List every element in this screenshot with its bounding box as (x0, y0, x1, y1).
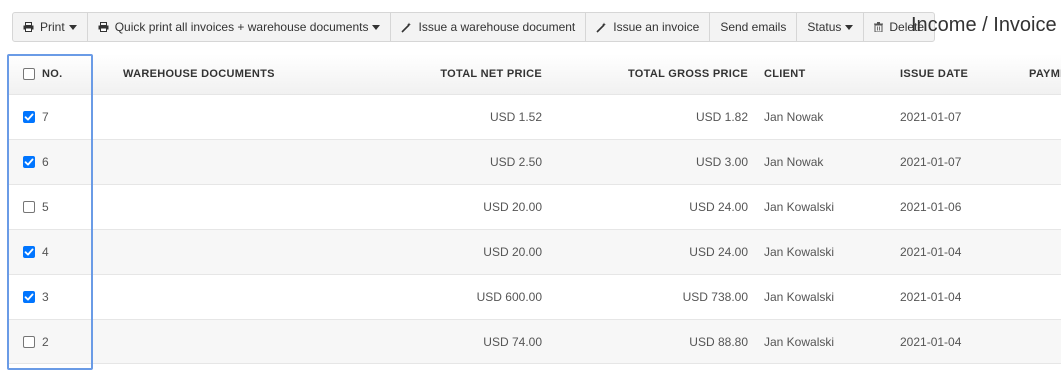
row-checkbox[interactable] (23, 291, 35, 303)
checkmark-icon (24, 247, 34, 257)
checkmark-icon (24, 292, 34, 302)
select-all-cell (22, 54, 36, 94)
invoice-table: NO. WAREHOUSE DOCUMENTS TOTAL NET PRICE … (8, 54, 1061, 364)
issue-invoice-button[interactable]: Issue an invoice (586, 13, 711, 41)
chevron-down-icon (845, 24, 854, 30)
cell-total-net-price: USD 1.52 (489, 110, 542, 124)
issue-warehouse-label: Issue a warehouse document (418, 20, 576, 34)
chevron-down-icon (372, 24, 381, 30)
row-checkbox-cell (22, 95, 36, 139)
row-checkbox[interactable] (23, 246, 35, 258)
table-row[interactable]: 6 USD 2.50 USD 3.00 Jan Nowak 2021-01-07 (8, 139, 1061, 184)
printer-icon (23, 22, 34, 32)
cell-total-gross-price: USD 1.82 (695, 110, 748, 124)
magic-wand-icon (401, 22, 412, 33)
cell-total-net-price: USD 20.00 (483, 200, 542, 214)
row-checkbox[interactable] (23, 201, 35, 213)
cell-no[interactable]: 7 (42, 95, 49, 139)
row-checkbox-cell (22, 275, 36, 319)
cell-no[interactable]: 4 (42, 230, 49, 274)
cell-client: Jan Kowalski (764, 334, 835, 349)
chevron-down-icon (68, 24, 77, 30)
header-issue-date[interactable]: ISSUE DATE (900, 54, 968, 94)
table-row[interactable]: 5 USD 20.00 USD 24.00 Jan Kowalski 2021-01-0… (8, 184, 1061, 229)
row-checkbox-cell (22, 320, 36, 363)
print-label: Print (40, 20, 65, 34)
table-row[interactable]: 7 USD 1.52 USD 1.82 Jan Nowak 2021-01-07 (8, 94, 1061, 139)
cell-client: Jan Kowalski (764, 290, 835, 304)
cell-total-gross-price: USD 24.00 (689, 245, 748, 259)
cell-no[interactable]: 5 (42, 185, 49, 229)
header-total-gross-price[interactable]: TOTAL GROSS PRICE (628, 54, 748, 94)
cell-issue-date: 2021-01-04 (900, 334, 962, 349)
status-label: Status (807, 20, 842, 34)
cell-issue-date: 2021-01-07 (900, 155, 962, 169)
quick-print-button[interactable]: Quick print all invoices + warehouse doc… (88, 13, 392, 41)
cell-no[interactable]: 2 (42, 320, 49, 363)
checkmark-icon (24, 157, 34, 167)
cell-issue-date: 2021-01-04 (900, 245, 962, 259)
cell-total-gross-price: USD 24.00 (689, 200, 748, 214)
print-button[interactable]: Print (13, 13, 88, 41)
send-emails-label: Send emails (720, 20, 787, 34)
cell-total-gross-price: USD 88.80 (689, 334, 748, 349)
cell-issue-date: 2021-01-07 (900, 110, 962, 124)
select-all-checkbox[interactable] (23, 68, 35, 80)
row-checkbox[interactable] (23, 111, 35, 123)
header-client[interactable]: CLIENT (764, 54, 806, 94)
quick-print-label: Quick print all invoices + warehouse doc… (114, 20, 369, 34)
issue-warehouse-document-button[interactable]: Issue a warehouse document (391, 13, 587, 41)
checkmark-icon (24, 112, 34, 122)
cell-no[interactable]: 3 (42, 275, 49, 319)
cell-client: Jan Nowak (764, 110, 824, 124)
issue-invoice-label: Issue an invoice (613, 20, 700, 34)
trash-icon (874, 22, 884, 32)
header-no[interactable]: NO. (42, 54, 62, 94)
header-total-net-price[interactable]: TOTAL NET PRICE (440, 54, 542, 94)
cell-total-net-price: USD 20.00 (483, 245, 542, 259)
table-row[interactable]: 3 USD 600.00 USD 738.00 Jan Kowalski 2021-01… (8, 274, 1061, 319)
cell-total-gross-price: USD 738.00 (682, 290, 748, 304)
status-dropdown[interactable]: Status (797, 13, 865, 41)
cell-client: Jan Nowak (764, 155, 824, 169)
cell-total-gross-price: USD 3.00 (695, 155, 748, 169)
cell-total-net-price: USD 74.00 (483, 334, 542, 349)
table-row[interactable]: 2 USD 74.00 USD 88.80 Jan Kowalski 2021-01-0… (8, 319, 1061, 364)
header-payment[interactable]: PAYME (1029, 54, 1061, 94)
row-checkbox[interactable] (23, 156, 35, 168)
table-body: 7 USD 1.52 USD 1.82 Jan Nowak 2021-01-07 6 USD… (8, 94, 1061, 364)
cell-client: Jan Kowalski (764, 245, 835, 259)
magic-wand-icon (596, 22, 607, 33)
table-header: NO. WAREHOUSE DOCUMENTS TOTAL NET PRICE … (8, 54, 1061, 94)
row-checkbox-cell (22, 185, 36, 229)
cell-client: Jan Kowalski (764, 200, 835, 214)
page-title: Income / Invoice (911, 14, 1057, 36)
row-checkbox-cell (22, 230, 36, 274)
toolbar: Print Quick print all invoices + warehou… (12, 12, 936, 42)
table-row[interactable]: 4 USD 20.00 USD 24.00 Jan Kowalski 2021-01-0… (8, 229, 1061, 274)
cell-no[interactable]: 6 (42, 140, 49, 184)
send-emails-button[interactable]: Send emails (710, 13, 798, 41)
row-checkbox-cell (22, 140, 36, 184)
cell-total-net-price: USD 2.50 (489, 155, 542, 169)
header-warehouse-documents[interactable]: WAREHOUSE DOCUMENTS (123, 54, 275, 94)
cell-issue-date: 2021-01-06 (900, 200, 962, 214)
row-checkbox[interactable] (23, 335, 35, 348)
printer-icon (98, 22, 109, 32)
cell-total-net-price: USD 600.00 (476, 290, 542, 304)
cell-issue-date: 2021-01-04 (900, 290, 962, 304)
